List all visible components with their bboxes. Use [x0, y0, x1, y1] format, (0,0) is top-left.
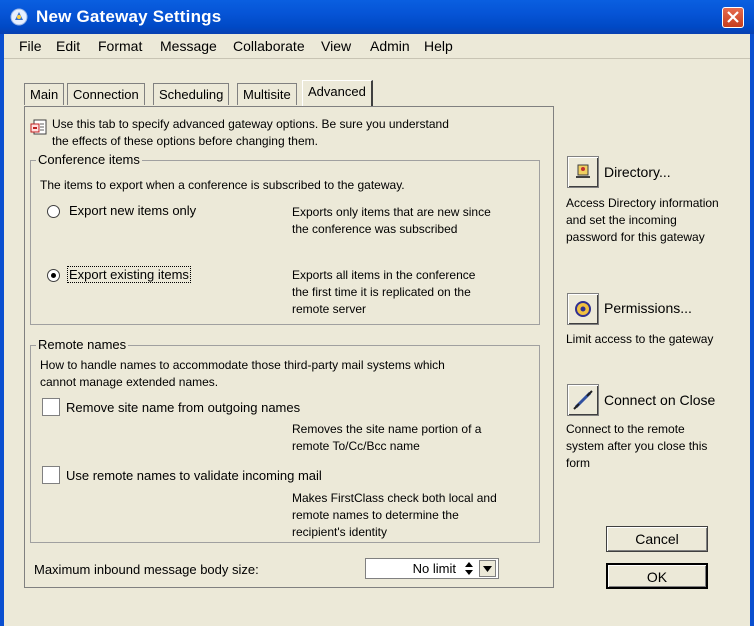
permissions-label[interactable]: Permissions...: [604, 300, 692, 316]
cancel-button[interactable]: Cancel: [606, 526, 708, 552]
menu-view[interactable]: View: [321, 38, 351, 54]
window-title: New Gateway Settings: [36, 7, 222, 26]
title-bar[interactable]: New Gateway Settings: [0, 0, 754, 34]
connect-desc-2: system after you close this: [566, 439, 708, 453]
directory-desc-2: and set the incoming: [566, 213, 677, 227]
gateway-settings-icon: [10, 8, 28, 26]
tab-connection[interactable]: Connection: [67, 83, 145, 105]
conference-items-description: The items to export when a conference is…: [40, 178, 405, 192]
permissions-button[interactable]: [567, 293, 599, 325]
max-body-size-dropdown[interactable]: [479, 560, 496, 577]
window-border-left: [0, 34, 4, 626]
close-button[interactable]: [722, 7, 744, 28]
max-body-size-value: No limit: [412, 561, 456, 576]
tab-scheduling[interactable]: Scheduling: [153, 83, 230, 105]
export-new-desc-1: Exports only items that are new since: [292, 205, 491, 219]
connect-icon: [573, 390, 593, 410]
use-remote-names-label[interactable]: Use remote names to validate incoming ma…: [66, 468, 322, 483]
export-new-desc-2: the conference was subscribed: [292, 222, 458, 236]
remote-names-label: Remote names: [36, 337, 129, 352]
use-remote-names-desc-3: recipient's identity: [292, 525, 388, 539]
menu-edit[interactable]: Edit: [56, 38, 80, 54]
spinner-icon[interactable]: [462, 561, 477, 576]
window-border-right: [750, 34, 754, 626]
use-remote-names-checkbox[interactable]: [42, 466, 60, 484]
close-icon: [727, 11, 739, 23]
use-remote-names-desc-2: remote names to determine the: [292, 508, 459, 522]
permissions-desc-1: Limit access to the gateway: [566, 332, 714, 346]
export-new-label[interactable]: Export new items only: [69, 203, 196, 218]
directory-label[interactable]: Directory...: [604, 164, 671, 180]
directory-icon: [576, 164, 590, 178]
use-remote-names-desc-1: Makes FirstClass check both local and: [292, 491, 497, 505]
tab-multisite[interactable]: Multisite: [237, 83, 297, 105]
ok-button[interactable]: OK: [606, 563, 708, 589]
menu-admin[interactable]: Admin: [370, 38, 410, 54]
menu-format[interactable]: Format: [98, 38, 142, 54]
remote-names-description-1: How to handle names to accommodate those…: [40, 358, 445, 372]
max-body-size-field[interactable]: No limit: [365, 558, 499, 579]
export-existing-desc-3: remote server: [292, 302, 367, 316]
connect-desc-1: Connect to the remote: [566, 422, 685, 436]
export-new-radio[interactable]: [47, 205, 60, 218]
connect-desc-3: form: [566, 456, 590, 470]
menu-message[interactable]: Message: [160, 38, 217, 54]
directory-button[interactable]: [567, 156, 599, 188]
connect-on-close-button[interactable]: [567, 384, 599, 416]
menu-help[interactable]: Help: [424, 38, 453, 54]
intro-text-line1: Use this tab to specify advanced gateway…: [52, 117, 449, 131]
export-existing-desc-2: the first time it is replicated on the: [292, 285, 471, 299]
intro-text-line2: the effects of these options before chan…: [52, 134, 318, 148]
remove-site-name-label[interactable]: Remove site name from outgoing names: [66, 400, 300, 415]
conference-items-label: Conference items: [36, 152, 142, 167]
export-existing-label[interactable]: Export existing items: [67, 266, 191, 283]
remove-site-name-desc-1: Removes the site name portion of a: [292, 422, 482, 436]
tab-advanced[interactable]: Advanced: [302, 80, 373, 106]
remove-site-name-desc-2: remote To/Cc/Bcc name: [292, 439, 420, 453]
remote-names-description-2: cannot manage extended names.: [40, 375, 219, 389]
remove-site-name-checkbox[interactable]: [42, 398, 60, 416]
menu-collaborate[interactable]: Collaborate: [233, 38, 305, 54]
permissions-icon: [575, 301, 591, 317]
chevron-down-icon: [483, 566, 492, 572]
directory-desc-1: Access Directory information: [566, 196, 719, 210]
gateway-doc-icon: [30, 118, 48, 139]
max-body-size-label: Maximum inbound message body size:: [34, 562, 259, 577]
export-existing-radio[interactable]: [47, 269, 60, 282]
directory-desc-3: password for this gateway: [566, 230, 705, 244]
connect-on-close-label[interactable]: Connect on Close: [604, 392, 715, 408]
menu-file[interactable]: File: [19, 38, 42, 54]
tab-main[interactable]: Main: [24, 83, 65, 105]
export-existing-desc-1: Exports all items in the conference: [292, 268, 476, 282]
